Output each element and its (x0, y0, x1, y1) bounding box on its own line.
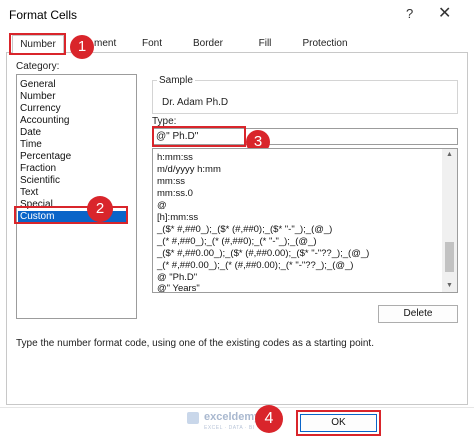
scrollbar-thumb[interactable] (445, 242, 454, 272)
category-item-currency[interactable]: Currency (20, 103, 128, 115)
footer-divider (0, 407, 474, 408)
format-code-item[interactable]: _($* #,##0_);_($* (#,##0);_($* "-"_);_(@… (157, 224, 332, 236)
step-badge-4: 4 (255, 405, 283, 433)
format-code-item[interactable]: mm:ss.0 (157, 188, 193, 200)
close-icon[interactable]: ✕ (438, 3, 451, 23)
watermark-name: exceldemy (204, 411, 261, 423)
format-code-item[interactable]: _(* #,##0_);_(* (#,##0);_(* "-"_);_(@_) (157, 236, 316, 248)
tab-protection[interactable]: Protection (296, 35, 354, 53)
category-item-text[interactable]: Text (20, 187, 128, 199)
category-item-time[interactable]: Time (20, 139, 128, 151)
sample-label: Sample (157, 75, 195, 86)
tab-alignment[interactable]: ment (94, 35, 124, 53)
ok-button[interactable]: OK (300, 414, 377, 432)
watermark-subtitle: EXCEL · DATA · BI (204, 425, 255, 431)
category-item-scientific[interactable]: Scientific (20, 175, 128, 187)
category-item-general[interactable]: General (20, 79, 128, 91)
help-icon[interactable]: ? (406, 6, 413, 21)
exceldemy-logo-icon (187, 412, 199, 424)
format-code-list[interactable]: h:mm:ss m/d/yyyy h:mm mm:ss mm:ss.0 @ [h… (152, 148, 458, 295)
category-item-fraction[interactable]: Fraction (20, 163, 128, 175)
tab-font[interactable]: Font (136, 35, 168, 53)
format-code-item[interactable]: @ (157, 200, 167, 212)
category-item-date[interactable]: Date (20, 127, 128, 139)
format-code-item[interactable]: _($* #,##0.00_);_($* (#,##0.00);_($* "-"… (157, 248, 369, 260)
tab-fill[interactable]: Fill (250, 35, 280, 53)
sample-value: Dr. Adam Ph.D (162, 97, 229, 108)
format-code-item[interactable]: @" Years" (157, 283, 200, 295)
tab-border[interactable]: Border (186, 35, 230, 53)
delete-button[interactable]: Delete (378, 305, 458, 323)
category-item-accounting[interactable]: Accounting (20, 115, 128, 127)
format-description: Type the number format code, using one o… (16, 338, 374, 349)
format-code-item[interactable]: [h]:mm:ss (157, 212, 198, 224)
format-code-item[interactable]: h:mm:ss (157, 152, 193, 164)
category-item-number[interactable]: Number (20, 91, 128, 103)
format-code-item[interactable]: m/d/yyyy h:mm (157, 164, 221, 176)
format-code-item[interactable]: mm:ss (157, 176, 185, 188)
format-code-item[interactable]: _(* #,##0.00_);_(* (#,##0.00);_(* "-"??_… (157, 260, 353, 272)
step-badge-2: 2 (87, 196, 113, 222)
dialog-title: Format Cells (9, 8, 78, 22)
highlight-type-input (152, 126, 246, 147)
category-item-percentage[interactable]: Percentage (20, 151, 128, 163)
scroll-down-icon[interactable]: ▼ (446, 282, 453, 289)
category-label: Category: (16, 61, 60, 72)
category-list[interactable]: General Number Currency Accounting Date … (16, 74, 137, 319)
scroll-up-icon[interactable]: ▲ (446, 151, 453, 158)
